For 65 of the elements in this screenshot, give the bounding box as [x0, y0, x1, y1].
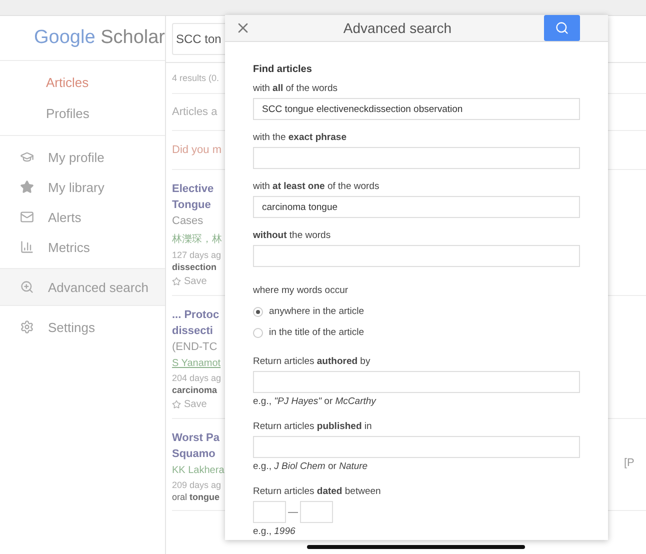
result-meta: 204 days ag: [172, 373, 222, 383]
field-label: Return articles dated between: [253, 486, 382, 497]
result-title[interactable]: ... Protoc: [172, 308, 220, 322]
star-icon: [172, 277, 181, 286]
result-snippet: dissection: [172, 262, 217, 272]
result-title[interactable]: (END-TC: [172, 340, 218, 354]
result-title[interactable]: Cases: [172, 214, 204, 228]
date-separator: —: [288, 506, 298, 518]
result-authors: KK Lakhera: [172, 465, 224, 476]
result-authors: 林濼琛，林: [172, 232, 222, 246]
result-title[interactable]: Elective: [172, 182, 214, 196]
menu-item[interactable]: Advanced search: [0, 268, 165, 306]
field-label: Return articles published in: [253, 421, 373, 432]
search-plus-icon: [20, 280, 34, 294]
input-field[interactable]: [253, 371, 580, 393]
input-field[interactable]: carcinoma tongue: [253, 196, 580, 218]
field-label: without the words: [253, 230, 332, 241]
radio-button[interactable]: [253, 306, 263, 316]
search-icon: [555, 21, 569, 35]
menu-item[interactable]: My profile: [0, 142, 165, 172]
nav-item[interactable]: Profiles: [0, 98, 165, 129]
nav-item[interactable]: Articles: [0, 67, 165, 98]
menu-item[interactable]: Metrics: [0, 232, 165, 262]
settings-icon: [20, 320, 34, 334]
field-hint: e.g., "PJ Hayes" or McCarthy: [253, 396, 378, 407]
radio-button[interactable]: [253, 328, 263, 338]
star-icon: [20, 180, 34, 194]
result-title[interactable]: dissecti: [172, 324, 213, 338]
mail-icon: [20, 210, 34, 224]
field-label: with at least one of the words: [253, 181, 380, 192]
field-hint: e.g., 1996: [253, 526, 296, 537]
field-hint: e.g., J Biol Chem or Nature: [253, 461, 369, 472]
graduation-cap-icon: [20, 150, 34, 164]
menu-item[interactable]: Alerts: [0, 202, 165, 232]
logo: Google Scholar: [34, 27, 165, 49]
result-title[interactable]: Squamo: [172, 447, 216, 461]
input-field[interactable]: [253, 147, 580, 169]
result-meta: 209 days ag: [172, 480, 222, 490]
date-from-field[interactable]: [253, 501, 286, 523]
save-link[interactable]: Save: [172, 276, 207, 287]
menu-item[interactable]: Settings: [0, 312, 165, 342]
section-title: Find articles: [253, 64, 313, 75]
result-snippet: oral tongue: [172, 492, 220, 502]
link-text[interactable]: [P: [624, 457, 634, 469]
field-label: with all of the words: [253, 83, 338, 94]
chart-icon: [20, 240, 34, 254]
date-to-field[interactable]: [300, 501, 333, 523]
input-field[interactable]: [253, 436, 580, 458]
field-label: Return articles authored by: [253, 356, 372, 367]
save-link[interactable]: Save: [172, 399, 207, 410]
field-label: where my words occur: [253, 285, 350, 296]
input-field[interactable]: SCC tongue electiveneckdissection observation: [253, 98, 580, 120]
star-icon: [172, 400, 181, 409]
dialog-title: Advanced search: [342, 20, 453, 36]
input-field[interactable]: [253, 245, 580, 267]
radio-label: in the title of the article: [269, 327, 364, 338]
field-label: with the exact phrase: [253, 132, 348, 143]
result-title[interactable]: Tongue: [172, 198, 211, 212]
result-title[interactable]: Worst Pa: [172, 431, 220, 445]
radio-label: anywhere in the article: [269, 306, 364, 317]
search-button[interactable]: [544, 15, 580, 41]
menu-item[interactable]: My library: [0, 172, 165, 202]
result-meta: 127 days ag: [172, 250, 222, 260]
result-authors[interactable]: S Yanamot: [172, 358, 221, 369]
result-snippet: carcinoma: [172, 385, 218, 395]
